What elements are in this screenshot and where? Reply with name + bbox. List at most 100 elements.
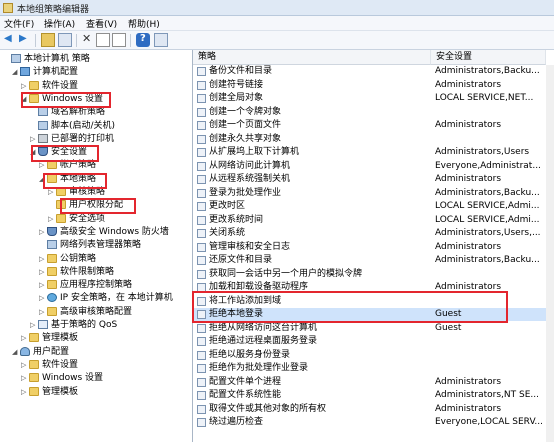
export-list-icon[interactable] bbox=[112, 33, 126, 47]
security-setting-value: Administrators bbox=[435, 403, 502, 414]
policy-setting-icon bbox=[197, 215, 206, 225]
menu-help[interactable]: 帮助(H) bbox=[128, 17, 160, 30]
tree-node[interactable]: ▷ 软件设置 bbox=[21, 80, 78, 92]
table-row[interactable]: 更改时区 LOCAL SERVICE,Admi... bbox=[193, 200, 554, 213]
tree-expander-icon[interactable]: ▷ bbox=[39, 253, 47, 265]
policy-name: 创建一个令牌对象 bbox=[209, 106, 282, 117]
table-row[interactable]: 从网络访问此计算机 Everyone,Administrat... bbox=[193, 160, 554, 173]
tree-node[interactable]: 本地计算机 策略 bbox=[3, 53, 90, 65]
tree-node[interactable]: ▷ 已部署的打印机 bbox=[30, 133, 114, 145]
annotation-box-windows-settings bbox=[21, 92, 111, 108]
tree-node[interactable]: ◢ 用户配置 bbox=[12, 346, 69, 358]
tree-node[interactable]: 脚本(启动/关机) bbox=[30, 120, 115, 132]
policy-name: 拒绝作为批处理作业登录 bbox=[209, 363, 309, 373]
table-row[interactable]: 获取同一会话中另一个用户的模拟令牌 bbox=[193, 268, 554, 281]
table-row[interactable]: 从扩展坞上取下计算机 Administrators,Users bbox=[193, 146, 554, 159]
table-row[interactable]: 拒绝作为批处理作业登录 bbox=[193, 362, 554, 375]
tree-expander-icon[interactable]: ▷ bbox=[21, 386, 29, 398]
policy-setting-icon bbox=[197, 323, 206, 333]
policy-setting-icon bbox=[197, 134, 206, 144]
tree-node[interactable]: ▷ 高级安全 Windows 防火墙 bbox=[39, 226, 169, 238]
policy-setting-icon bbox=[197, 391, 206, 400]
menu-file[interactable]: 文件(F) bbox=[4, 17, 34, 30]
menu-view[interactable]: 查看(V) bbox=[86, 17, 117, 30]
tree-node[interactable]: ◢ 计算机配置 bbox=[12, 66, 78, 78]
table-row[interactable]: 创建一个令牌对象 bbox=[193, 106, 554, 119]
tree-expander-icon[interactable]: ▷ bbox=[39, 226, 47, 238]
table-row[interactable]: 管理审核和安全日志 Administrators bbox=[193, 241, 554, 254]
tree-node[interactable]: ▷ 应用程序控制策略 bbox=[39, 279, 132, 291]
forward-icon[interactable] bbox=[17, 33, 31, 47]
tree-node[interactable]: ▷ 管理模板 bbox=[21, 386, 78, 398]
security-setting-value: Administrators bbox=[435, 376, 502, 387]
table-row[interactable]: 创建全局对象 LOCAL SERVICE,NET... bbox=[193, 92, 554, 105]
annotation-box-local-policies bbox=[43, 173, 107, 189]
table-row[interactable]: 更改系统时间 LOCAL SERVICE,Admi... bbox=[193, 214, 554, 227]
delete-icon[interactable] bbox=[80, 32, 94, 47]
tree-expander-icon[interactable]: ▷ bbox=[30, 319, 38, 331]
tree-node[interactable]: ▷ Windows 设置 bbox=[21, 372, 103, 384]
help-icon[interactable] bbox=[136, 33, 150, 47]
tree-expander-icon[interactable]: ▷ bbox=[39, 306, 47, 318]
tree-expander-icon[interactable]: ▷ bbox=[30, 133, 38, 145]
table-row[interactable]: 配置文件系统性能 Administrators,NT SE... bbox=[193, 389, 554, 402]
tree-node[interactable]: ▷ 管理模板 bbox=[21, 332, 78, 344]
table-row[interactable]: 取得文件或其他对象的所有权 Administrators bbox=[193, 403, 554, 416]
folder-icon bbox=[56, 213, 66, 223]
table-row[interactable]: 从远程系统强制关机 Administrators bbox=[193, 173, 554, 186]
tree-node[interactable]: 网络列表管理器策略 bbox=[39, 239, 141, 251]
column-header-security-setting[interactable]: 安全设置 bbox=[431, 50, 546, 65]
tree-expander-icon[interactable]: ▷ bbox=[39, 266, 47, 278]
show-tree-icon[interactable] bbox=[58, 33, 72, 47]
tree-node-label: 管理模板 bbox=[42, 333, 79, 344]
tree-node[interactable]: ▷ 公钥策略 bbox=[39, 253, 96, 265]
tree-expander-icon[interactable]: ▷ bbox=[39, 292, 47, 304]
policy-name: 拒绝从网络访问这台计算机 bbox=[209, 322, 318, 333]
tree-node[interactable]: ▷ 软件限制策略 bbox=[39, 266, 114, 278]
tree-expander-icon[interactable]: ▷ bbox=[21, 359, 29, 371]
table-row[interactable]: 配置文件单个进程 Administrators bbox=[193, 376, 554, 389]
tree-expander-icon[interactable]: ▷ bbox=[39, 279, 47, 291]
details-pane: 策略 安全设置 备份文件和目录 Administrators,Backu... 创建… bbox=[193, 50, 554, 442]
tree-node-label: IP 安全策略，在 本地计算机 bbox=[60, 293, 173, 304]
tree-node[interactable]: ▷ 软件设置 bbox=[21, 359, 78, 371]
table-row[interactable]: 绕过遍历检查 Everyone,LOCAL SERV... bbox=[193, 416, 554, 429]
column-header-policy[interactable]: 策略 bbox=[193, 50, 431, 65]
table-row[interactable]: 登录为批处理作业 Administrators,Backu... bbox=[193, 187, 554, 200]
tree-expander-icon[interactable]: ▷ bbox=[21, 80, 29, 92]
table-row[interactable]: 还原文件和目录 Administrators,Backu... bbox=[193, 254, 554, 267]
policy-name: 绕过遍历检查 bbox=[209, 417, 264, 427]
policy-icon bbox=[47, 240, 57, 250]
table-row[interactable]: 拒绝以服务身份登录 bbox=[193, 349, 554, 362]
tree-node[interactable]: ▷ 基于策略的 QoS bbox=[30, 319, 117, 331]
tree-expander-icon[interactable]: ▷ bbox=[21, 372, 29, 384]
table-row[interactable]: 创建符号链接 Administrators bbox=[193, 79, 554, 92]
tree-expander-icon[interactable]: ▷ bbox=[21, 332, 29, 344]
properties-icon[interactable] bbox=[96, 33, 110, 47]
tree-expander-icon[interactable]: ◢ bbox=[12, 346, 20, 358]
table-row[interactable]: 创建永久共享对象 bbox=[193, 133, 554, 146]
tree-node[interactable]: ▷ IP 安全策略，在 本地计算机 bbox=[39, 292, 173, 304]
table-row[interactable]: 备份文件和目录 Administrators,Backu... bbox=[193, 65, 554, 78]
folder-icon bbox=[47, 306, 57, 316]
security-setting-value: LOCAL SERVICE,Admi... bbox=[435, 214, 540, 225]
tree-expander-icon[interactable]: ◢ bbox=[12, 66, 20, 78]
tree-node-label: 应用程序控制策略 bbox=[60, 280, 133, 291]
folder-icon bbox=[47, 280, 57, 290]
tree-expander-icon[interactable]: ▷ bbox=[48, 213, 56, 225]
back-icon[interactable] bbox=[3, 33, 17, 47]
up-folder-icon[interactable] bbox=[41, 33, 55, 47]
vertical-scrollbar[interactable] bbox=[546, 65, 554, 442]
tree-node[interactable]: ▷ 高级审核策略配置 bbox=[39, 306, 132, 318]
view-icon[interactable] bbox=[154, 33, 168, 47]
folder-icon bbox=[29, 359, 39, 369]
table-row[interactable]: 拒绝通过远程桌面服务登录 bbox=[193, 335, 554, 348]
tree-node[interactable]: ▷ 安全选项 bbox=[48, 213, 105, 225]
table-row[interactable]: 拒绝从网络访问这台计算机 Guest bbox=[193, 322, 554, 335]
menu-action[interactable]: 操作(A) bbox=[44, 17, 75, 30]
tree-node-label: 基于策略的 QoS bbox=[51, 320, 118, 330]
table-row[interactable]: 关闭系统 Administrators,Users,... bbox=[193, 227, 554, 240]
policy-name: 创建永久共享对象 bbox=[209, 133, 282, 144]
table-row[interactable]: 创建一个页面文件 Administrators bbox=[193, 119, 554, 132]
tree-node-label: 软件设置 bbox=[42, 80, 79, 91]
